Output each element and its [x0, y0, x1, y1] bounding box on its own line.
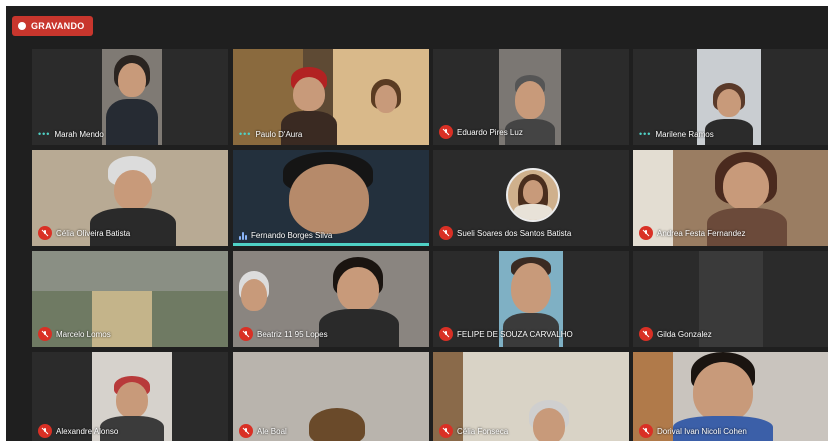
participant-name: Alexandre Alonso — [56, 426, 119, 436]
participant-name: Fernando Borges Silva — [251, 231, 333, 240]
participant-tile[interactable]: Eduardo Pires Luz — [433, 49, 629, 145]
mic-off-icon — [38, 327, 52, 341]
more-dots-icon: ••• — [639, 129, 652, 139]
participant-label: Sueli Soares dos Santos Batista — [439, 226, 623, 240]
participant-name: Andrea Festa Fernandez — [657, 228, 746, 238]
participant-name: Gilda Gonzalez — [657, 329, 712, 339]
participant-label: Ale Boal — [239, 424, 423, 438]
audio-level-icon — [239, 231, 247, 240]
mic-off-icon — [639, 226, 653, 240]
participant-tile[interactable]: Alexandre Alonso — [32, 352, 228, 441]
participant-tile[interactable]: ••• Paulo D'Aura — [233, 49, 429, 145]
mic-off-icon — [439, 226, 453, 240]
participant-label: ••• Paulo D'Aura — [239, 129, 423, 139]
participant-name: Célia Oliveira Batista — [56, 228, 131, 238]
participant-avatar — [506, 168, 560, 222]
participant-label: Alexandre Alonso — [38, 424, 222, 438]
participant-label: ••• Marah Mendo — [38, 129, 222, 139]
participant-label: Andrea Festa Fernandez — [639, 226, 823, 240]
participant-label: FELIPE DE SOUZA CARVALHO — [439, 327, 623, 341]
participant-name: Eduardo Pires Luz — [457, 127, 523, 137]
mic-off-icon — [239, 424, 253, 438]
participant-name: FELIPE DE SOUZA CARVALHO — [457, 329, 573, 339]
participant-label: Célia Oliveira Batista — [38, 226, 222, 240]
participant-tile[interactable]: Sueli Soares dos Santos Batista — [433, 150, 629, 246]
participant-tile-active-speaker[interactable]: Fernando Borges Silva — [233, 150, 429, 246]
participant-tile[interactable]: Dorival Ivan Nicoli Cohen — [633, 352, 828, 441]
participant-name: Marilene Ramos — [655, 129, 714, 139]
record-dot-icon — [18, 22, 26, 30]
participant-tile[interactable]: Gilda Gonzalez — [633, 251, 828, 347]
participant-tile[interactable]: Ale Boal — [233, 352, 429, 441]
mic-off-icon — [639, 327, 653, 341]
participant-label: Célia Fonseca — [439, 424, 623, 438]
participant-name: Marcelo Lomos — [56, 329, 111, 339]
participant-label: Marcelo Lomos — [38, 327, 222, 341]
participant-tile[interactable]: Marcelo Lomos — [32, 251, 228, 347]
participant-label: Fernando Borges Silva — [239, 231, 423, 240]
participant-tile[interactable]: ••• Marah Mendo — [32, 49, 228, 145]
participant-name: Marah Mendo — [54, 129, 104, 139]
participant-label: Gilda Gonzalez — [639, 327, 823, 341]
participant-name: Dorival Ivan Nicoli Cohen — [657, 426, 747, 436]
participant-name: Beatriz 11 95 Lopes — [257, 329, 328, 339]
participant-tile[interactable]: Célia Oliveira Batista — [32, 150, 228, 246]
participant-tile[interactable]: ••• Marilene Ramos — [633, 49, 828, 145]
mic-off-icon — [639, 424, 653, 438]
participant-tile[interactable]: Andrea Festa Fernandez — [633, 150, 828, 246]
participant-tile[interactable]: Célia Fonseca — [433, 352, 629, 441]
participant-tile[interactable]: Beatriz 11 95 Lopes — [233, 251, 429, 347]
recording-badge[interactable]: GRAVANDO — [12, 16, 93, 36]
participant-tile[interactable]: FELIPE DE SOUZA CARVALHO — [433, 251, 629, 347]
participant-label: Eduardo Pires Luz — [439, 125, 623, 139]
mic-off-icon — [439, 424, 453, 438]
meeting-window: GRAVANDO ••• Marah Mendo ••• Paulo D'Aur… — [6, 6, 828, 441]
mic-off-icon — [38, 424, 52, 438]
more-dots-icon: ••• — [239, 129, 252, 139]
mic-off-icon — [439, 327, 453, 341]
participant-label: ••• Marilene Ramos — [639, 129, 823, 139]
participant-video — [233, 150, 429, 243]
participant-name: Paulo D'Aura — [255, 129, 303, 139]
participant-name: Ale Boal — [257, 426, 287, 436]
mic-off-icon — [439, 125, 453, 139]
mic-off-icon — [38, 226, 52, 240]
more-dots-icon: ••• — [38, 129, 51, 139]
participant-name: Sueli Soares dos Santos Batista — [457, 228, 572, 238]
participant-label: Dorival Ivan Nicoli Cohen — [639, 424, 823, 438]
participant-label: Beatriz 11 95 Lopes — [239, 327, 423, 341]
participant-name: Célia Fonseca — [457, 426, 509, 436]
mic-off-icon — [239, 327, 253, 341]
recording-label: GRAVANDO — [31, 21, 85, 31]
